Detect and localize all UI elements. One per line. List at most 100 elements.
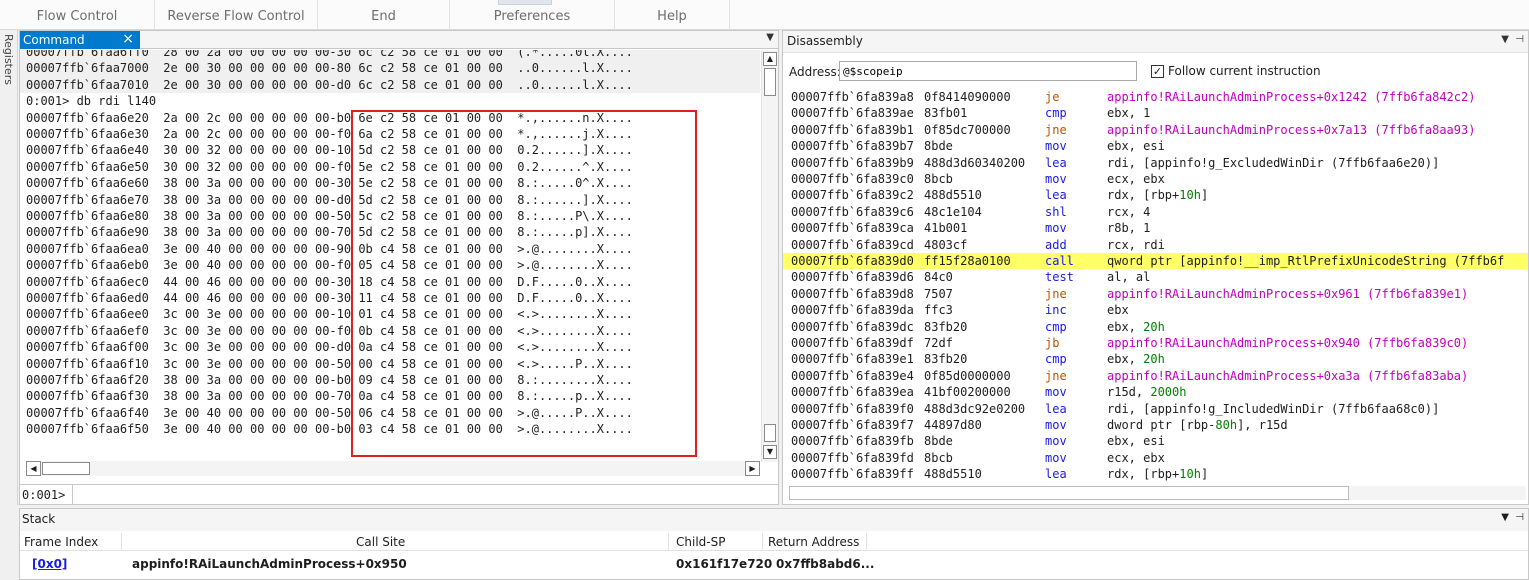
address-label: Address: bbox=[789, 65, 841, 79]
command-tab[interactable]: Command × bbox=[20, 31, 140, 49]
scroll-right-icon[interactable]: ▶ bbox=[745, 461, 760, 476]
instruction-operands: dword ptr [rbp-80h], r15d bbox=[1107, 417, 1288, 433]
instruction-address: 00007ffb`6fa839b7 bbox=[791, 139, 914, 154]
instruction-operands: rcx, 4 bbox=[1107, 204, 1150, 220]
command-tabbar: Command × ▼ bbox=[20, 31, 778, 49]
disassembly-line[interactable]: 00007ffb`6fa839d8 7507 jne appinfo!RAiLaunc… bbox=[783, 286, 1528, 302]
disassembly-line[interactable]: 00007ffb`6fa839ca 41b001 mov r8b, 1 bbox=[783, 220, 1528, 236]
instruction-address: 00007ffb`6fa839da bbox=[791, 303, 914, 318]
registers-tab[interactable]: Registers bbox=[2, 34, 15, 85]
memory-dump-line: 00007ffb`6faa6ed0 44 00 46 00 00 00 00 0… bbox=[26, 291, 633, 305]
disassembly-listing: 00007ffb`6fa839a8 0f8414090000 je appinfo!R… bbox=[783, 89, 1528, 483]
operand-text: dword ptr [rbp- bbox=[1107, 418, 1216, 432]
instruction-mnemonic: je bbox=[1045, 90, 1060, 104]
column-frame-index[interactable]: Frame Index bbox=[24, 535, 98, 549]
command-echo-line: 0:001> db rdi l140 bbox=[26, 94, 157, 109]
scroll-down-icon[interactable]: ▼ bbox=[763, 445, 777, 459]
instruction-operands: r8b, 1 bbox=[1107, 220, 1150, 236]
disassembly-line[interactable]: 00007ffb`6fa839da ffc3 inc ebx bbox=[783, 302, 1528, 318]
column-call-site[interactable]: Call Site bbox=[356, 535, 405, 549]
operand-text: rcx, rdi bbox=[1107, 237, 1165, 252]
table-row[interactable]: [0x0] appinfo!RAiLaunchAdminProcess+0x95… bbox=[20, 555, 1528, 573]
ribbon-group-end[interactable]: End bbox=[318, 0, 450, 30]
instruction-bytes: 7507 bbox=[924, 286, 953, 301]
disassembly-line[interactable]: 00007ffb`6fa839b7 8bde mov ebx, esi bbox=[783, 138, 1528, 154]
instruction-bytes: 0f8414090000 bbox=[924, 90, 1011, 104]
instruction-mnemonic: jne bbox=[1045, 286, 1067, 301]
command-tab-label: Command bbox=[23, 33, 85, 47]
instruction-address: 00007ffb`6fa839ca bbox=[791, 221, 914, 236]
disassembly-line[interactable]: 00007ffb`6fa839c2 488d5510 lea rdx, [rbp+10… bbox=[783, 187, 1528, 203]
operand-text: ecx, ebx bbox=[1107, 172, 1165, 186]
disassembly-line[interactable]: 00007ffb`6fa839ff 488d5510 lea rdx, [rbp+10… bbox=[783, 466, 1528, 482]
checkbox-icon[interactable]: ✓ bbox=[1151, 64, 1164, 78]
instruction-bytes: 4803cf bbox=[924, 237, 968, 252]
memory-dump-line: 00007ffb`6faa6ef0 3c 00 3e 00 00 00 00 0… bbox=[26, 323, 633, 338]
pane-menu-icon[interactable]: ▼ bbox=[766, 32, 774, 43]
frame-index-link[interactable]: [0x0] bbox=[32, 557, 67, 571]
instruction-mnemonic: jb bbox=[1045, 336, 1060, 350]
disassembly-title-bar: Disassembly ▼ ⊣ bbox=[783, 31, 1528, 53]
instruction-operands: appinfo!RAiLaunchAdminProcess+0x1242 (7f… bbox=[1107, 89, 1475, 105]
disassembly-horizontal-scrollbar[interactable] bbox=[789, 486, 1526, 500]
disassembly-line[interactable]: 00007ffb`6fa839dc 83fb20 cmp ebx, 20h bbox=[783, 319, 1528, 335]
follow-current-instruction[interactable]: ✓ Follow current instruction bbox=[1151, 64, 1321, 78]
disassembly-line[interactable]: 00007ffb`6fa839ae 83fb01 cmp ebx, 1 bbox=[783, 105, 1528, 121]
instruction-address: 00007ffb`6fa839c6 bbox=[791, 204, 914, 219]
command-vertical-scrollbar[interactable]: ▲ ▼ bbox=[761, 50, 778, 462]
pane-menu-icon[interactable]: ▼ ⊣ bbox=[1501, 34, 1524, 45]
operand-text: r8b, 1 bbox=[1107, 221, 1151, 236]
disassembly-line[interactable]: 00007ffb`6fa839b9 488d3d60340200 lea rdi, [… bbox=[783, 155, 1528, 171]
instruction-mnemonic: jne bbox=[1045, 122, 1067, 137]
disassembly-line[interactable]: 00007ffb`6fa839c6 48c1e104 shl rcx, 4 bbox=[783, 204, 1528, 220]
instruction-mnemonic: cmp bbox=[1045, 319, 1067, 334]
close-icon[interactable]: × bbox=[122, 31, 134, 47]
instruction-mnemonic: lea bbox=[1045, 467, 1067, 482]
disassembly-line[interactable]: 00007ffb`6fa839f7 44897d80 mov dword ptr [r… bbox=[783, 417, 1528, 433]
instruction-mnemonic: mov bbox=[1045, 221, 1067, 236]
disassembly-line[interactable]: 00007ffb`6fa839cd 4803cf add rcx, rdi bbox=[783, 237, 1528, 253]
scroll-up-icon[interactable]: ▲ bbox=[763, 52, 777, 66]
command-input[interactable] bbox=[72, 485, 776, 504]
disassembly-line[interactable]: 00007ffb`6fa839fd 8bcb mov ecx, ebx bbox=[783, 450, 1528, 466]
pane-menu-icon[interactable]: ▼ ⊣ bbox=[1501, 512, 1524, 523]
disassembly-line[interactable]: 00007ffb`6fa839e1 83fb20 cmp ebx, 20h bbox=[783, 351, 1528, 367]
horizontal-scroll-thumb[interactable] bbox=[789, 486, 1349, 500]
scroll-thumb[interactable] bbox=[764, 68, 776, 96]
operand-text: ecx, ebx bbox=[1107, 450, 1165, 465]
scroll-thumb-lower[interactable] bbox=[764, 424, 776, 442]
immediate-value: 2000h bbox=[1150, 385, 1187, 400]
disassembly-line[interactable]: 00007ffb`6fa839f0 488d3dc92e0200 lea rdi, [… bbox=[783, 401, 1528, 417]
disassembly-line[interactable]: 00007ffb`6fa839c0 8bcb mov ecx, ebx bbox=[783, 171, 1528, 187]
disassembly-line[interactable]: 00007ffb`6fa839fb 8bde mov ebx, esi bbox=[783, 433, 1528, 449]
ribbon-button-stub[interactable] bbox=[498, 0, 552, 5]
disassembly-line[interactable]: 00007ffb`6fa839d6 84c0 test al, al bbox=[783, 269, 1528, 285]
horizontal-scroll-thumb[interactable] bbox=[42, 462, 90, 475]
instruction-address: 00007ffb`6fa839b1 bbox=[791, 122, 914, 137]
instruction-mnemonic: mov bbox=[1045, 139, 1067, 154]
operand-tail: ] bbox=[1200, 467, 1209, 482]
command-horizontal-scrollbar[interactable]: ◀ ▶ bbox=[26, 461, 760, 476]
current-instruction-line[interactable]: 00007ffb`6fa839d0 ff15f28a0100 call qword p… bbox=[783, 253, 1528, 270]
address-input[interactable] bbox=[839, 61, 1137, 81]
disassembly-line[interactable]: 00007ffb`6fa839a8 0f8414090000 je appinfo!R… bbox=[783, 89, 1528, 105]
immediate-value: 80h bbox=[1215, 418, 1238, 432]
ribbon-group-reverse-flow-control[interactable]: Reverse Flow Control bbox=[155, 0, 318, 30]
instruction-bytes: 83fb20 bbox=[924, 352, 968, 367]
instruction-mnemonic: inc bbox=[1045, 303, 1067, 318]
instruction-operands: al, al bbox=[1107, 269, 1150, 285]
ribbon-group-flow-control[interactable]: Flow Control bbox=[0, 0, 155, 30]
disassembly-line[interactable]: 00007ffb`6fa839e4 0f85d0000000 jne appinfo!… bbox=[783, 368, 1528, 384]
memory-dump-line: 00007ffb`6faa6f30 38 00 3a 00 00 00 00 0… bbox=[26, 389, 633, 404]
column-child-sp[interactable]: Child-SP bbox=[676, 535, 725, 549]
operand-text: appinfo!RAiLaunchAdminProcess+0x7a13 (7f… bbox=[1107, 122, 1476, 137]
disassembly-line[interactable]: 00007ffb`6fa839ea 41bf00200000 mov r15d, 20… bbox=[783, 384, 1528, 400]
column-return-address[interactable]: Return Address bbox=[768, 535, 859, 549]
disassembly-line[interactable]: 00007ffb`6fa839df 72df jb appinfo!RAiLaunch… bbox=[783, 335, 1528, 351]
operand-text: ebx, esi bbox=[1107, 434, 1165, 449]
ribbon-group-help[interactable]: Help bbox=[615, 0, 730, 30]
scroll-left-icon[interactable]: ◀ bbox=[26, 461, 41, 476]
instruction-address: 00007ffb`6fa839d0 bbox=[791, 254, 914, 268]
disassembly-line[interactable]: 00007ffb`6fa839b1 0f85dc700000 jne appinfo!… bbox=[783, 122, 1528, 138]
instruction-mnemonic: call bbox=[1045, 254, 1074, 268]
